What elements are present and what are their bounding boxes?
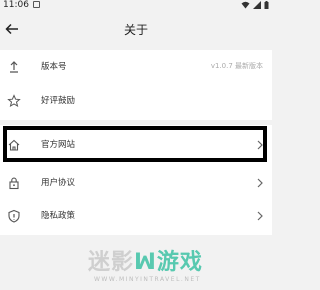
row-website-label: 官方网站 [41, 140, 76, 150]
battery-icon [264, 1, 269, 9]
row-version-label: 版本号 [41, 62, 67, 72]
row-rate-label: 好评鼓励 [41, 96, 76, 106]
watermark-url: WWW.MINYINTRAVEL.NET [94, 276, 201, 283]
row-privacy-policy[interactable]: 隐私政策 [0, 199, 272, 233]
row-privacy-policy-label: 隐私政策 [41, 211, 76, 221]
watermark-m-glyph: ꟽ [134, 250, 157, 275]
title-bar: 关于 [0, 12, 272, 46]
row-version: 版本号 v1.0.7 最新版本 [0, 50, 272, 84]
watermark: 迷影ꟽ游戏 WWW.MINYINTRAVEL.NET [88, 244, 268, 290]
status-icons [241, 1, 269, 9]
links-card: 官方网站 用户协议 隐私政策 [0, 125, 272, 235]
notification-icon [33, 1, 40, 8]
lock-icon [9, 177, 19, 190]
chevron-right-icon [257, 178, 263, 188]
row-user-agreement-label: 用户协议 [41, 178, 76, 188]
watermark-text-left: 迷影 [88, 250, 135, 275]
wifi-icon [241, 1, 250, 9]
star-icon [7, 94, 21, 108]
watermark-text-right: 游戏 [156, 250, 203, 275]
row-user-agreement[interactable]: 用户协议 [0, 166, 272, 200]
row-version-value: v1.0.7 最新版本 [210, 62, 263, 70]
chevron-right-icon [257, 211, 263, 221]
signal-icon [253, 1, 261, 9]
status-bar: 11:06 [0, 0, 272, 12]
row-website[interactable]: 官方网站 [0, 128, 272, 162]
info-card: 版本号 v1.0.7 最新版本 好评鼓励 [0, 50, 272, 120]
row-rate[interactable]: 好评鼓励 [0, 84, 272, 118]
chevron-right-icon [257, 140, 263, 150]
page-title: 关于 [123, 23, 148, 37]
status-time: 11:06 [3, 0, 29, 10]
home-icon [8, 139, 20, 151]
upload-icon [10, 61, 18, 73]
watermark-logo: 迷影ꟽ游戏 [88, 244, 203, 276]
shield-icon [8, 209, 20, 223]
